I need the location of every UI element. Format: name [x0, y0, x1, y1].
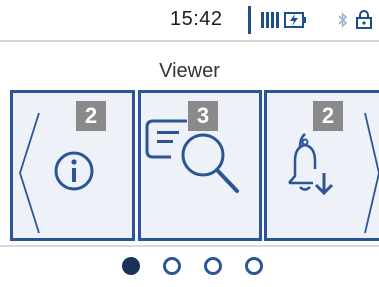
signal-bars-icon: [261, 12, 279, 28]
page-dot-3[interactable]: [204, 257, 222, 275]
page-dot-1[interactable]: [122, 257, 140, 275]
carousel-card-viewer[interactable]: 3: [138, 90, 262, 241]
chevron-right-icon[interactable]: [267, 93, 379, 238]
page-dot-2[interactable]: [163, 257, 181, 275]
bluetooth-icon: [338, 12, 348, 28]
bottom-divider: [0, 245, 379, 247]
battery-charging-icon: [284, 12, 306, 28]
lock-icon: [356, 10, 372, 29]
carousel-card-alerts[interactable]: 2: [264, 90, 379, 241]
document-search-icon: [145, 119, 239, 193]
chevron-left-icon[interactable]: [13, 93, 132, 238]
page-title: Viewer: [159, 60, 220, 82]
status-divider: [248, 6, 251, 34]
device-screen: 15:42 Viewer 2 3 2: [0, 0, 379, 287]
status-bar: 15:42: [0, 0, 379, 42]
page-dot-4[interactable]: [245, 257, 263, 275]
page-indicator: [0, 257, 379, 279]
carousel-card-info[interactable]: 2: [10, 90, 135, 241]
clock-time: 15:42: [170, 8, 223, 30]
